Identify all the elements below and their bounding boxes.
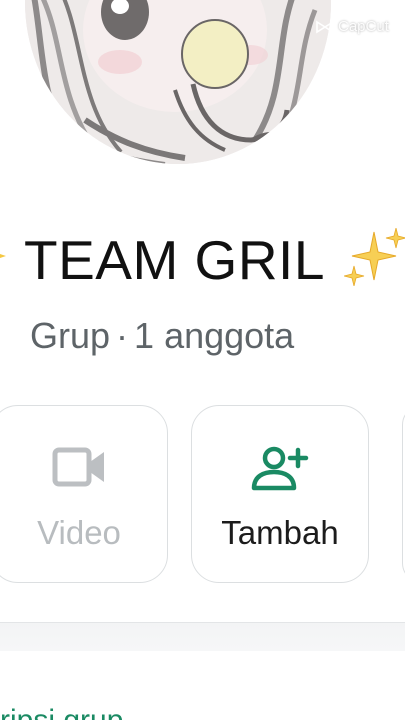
subtitle-separator: · — [116, 315, 129, 356]
add-member-label: Tambah — [221, 514, 339, 551]
capcut-logo-icon — [316, 20, 334, 33]
member-count[interactable]: 1 anggota — [134, 315, 294, 356]
group-type-label: Grup — [30, 315, 111, 356]
sparkles-icon — [344, 228, 405, 286]
sparkle-left-icon — [0, 254, 6, 258]
group-subtitle: Grup · 1 anggota — [30, 315, 294, 357]
group-name[interactable]: TEAM GRIL — [24, 228, 325, 292]
video-call-label: Video — [37, 514, 121, 551]
group-info-screen: CapCut TEAM GRIL Grup · 1 anggota Video Ta… — [0, 0, 405, 720]
video-camera-icon — [52, 447, 104, 487]
anime-girl-avatar-icon — [25, 0, 331, 164]
watermark-text: CapCut — [338, 18, 389, 35]
group-title-row: TEAM GRIL — [0, 222, 405, 292]
add-member-button[interactable]: Tambah — [191, 405, 369, 583]
capcut-watermark: CapCut — [316, 18, 389, 35]
add-person-icon — [251, 446, 309, 491]
group-avatar[interactable] — [25, 0, 331, 164]
section-divider — [0, 622, 405, 651]
video-call-button[interactable]: Video — [0, 405, 168, 583]
group-description-link[interactable]: ripsi grup — [0, 704, 123, 720]
